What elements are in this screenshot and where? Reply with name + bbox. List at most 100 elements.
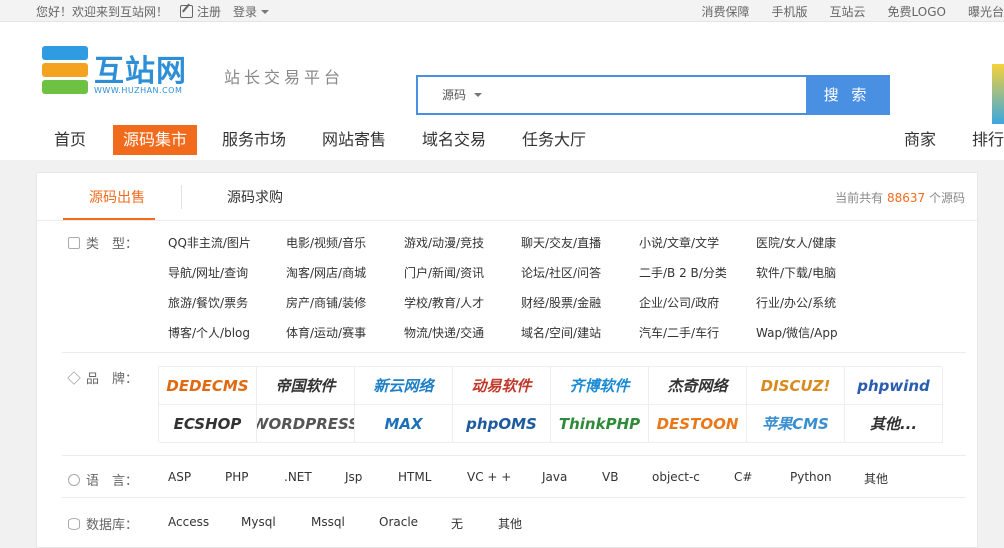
database-filter-item[interactable]: 无 — [451, 515, 463, 532]
nav-domain-trade[interactable]: 域名交易 — [422, 126, 486, 154]
language-filter-item[interactable]: VC + + — [467, 470, 511, 484]
type-filter-item[interactable]: 游戏/动漫/竞技 — [404, 234, 484, 251]
nav-service-market[interactable]: 服务市场 — [222, 126, 286, 154]
brand-filter-item[interactable]: phpwind — [845, 367, 943, 405]
language-filter-item[interactable]: 其他 — [864, 470, 888, 487]
type-filter-item[interactable]: 二手/B 2 B/分类 — [639, 264, 727, 281]
nav-task-hall[interactable]: 任务大厅 — [522, 126, 586, 154]
tab-source-sale[interactable]: 源码出售 — [89, 187, 145, 207]
filter-language: 语 言： ASP PHP .NET Jsp HTML VC + + Java VB object… — [62, 455, 966, 499]
type-filter-item[interactable]: 聊天/交友/直播 — [521, 234, 601, 251]
language-filter-item[interactable]: Java — [542, 470, 567, 484]
grid-icon — [68, 237, 80, 249]
type-filter-item[interactable]: 淘客/网店/商城 — [286, 264, 366, 281]
brand-grid: DEDECMS 帝国软件 新云网络 动易软件 齐博软件 杰奇网络 DISCUZ! phpwin… — [158, 366, 943, 443]
side-banner[interactable] — [992, 64, 1004, 124]
search-category-select[interactable]: 源码 — [418, 77, 488, 113]
type-filter-item[interactable]: 行业/办公/系统 — [756, 294, 836, 311]
filter-database: 数据库： Access Mysql Mssql Oracle 无 其他 — [62, 510, 966, 540]
diamond-icon — [67, 371, 81, 385]
search-box: 源码 搜 索 — [416, 75, 890, 115]
language-filter-item[interactable]: VB — [602, 470, 618, 484]
type-filter-item[interactable]: 门户/新闻/资讯 — [404, 264, 484, 281]
register-link[interactable]: 注册 — [180, 3, 221, 20]
brand-filter-item[interactable]: phpOMS — [453, 405, 551, 443]
brand-filter-item[interactable]: 帝国软件 — [257, 367, 355, 405]
type-filter-item[interactable]: 小说/文章/文学 — [639, 234, 719, 251]
nav-ranking[interactable]: 排行 — [972, 126, 1004, 154]
language-filter-item[interactable]: Python — [790, 470, 832, 484]
nav-home[interactable]: 首页 — [54, 126, 86, 154]
filter-language-label: 语 言： — [68, 470, 138, 489]
login-dropdown[interactable]: 登录 — [233, 3, 270, 20]
chevron-down-icon — [261, 10, 270, 14]
type-filter-item[interactable]: 软件/下载/电脑 — [756, 264, 836, 281]
type-filter-item[interactable]: 旅游/餐饮/票务 — [168, 294, 248, 311]
site-header: 互站网 WWW.HUZHAN.COM 站长交易平台 源码 搜 索 首页 源码集市… — [0, 22, 1004, 160]
type-filter-item[interactable]: 汽车/二手/车行 — [639, 324, 719, 341]
brand-filter-item[interactable]: ECSHOP — [159, 405, 257, 443]
database-filter-item[interactable]: 其他 — [498, 515, 522, 532]
brand-filter-item[interactable]: MAX — [355, 405, 453, 443]
pencil-icon — [180, 5, 194, 18]
database-icon — [68, 518, 80, 530]
language-filter-item[interactable]: C# — [734, 470, 752, 484]
database-filter-item[interactable]: Oracle — [379, 515, 418, 529]
type-filter-item[interactable]: Wap/微信/App — [756, 324, 838, 341]
language-filter-item[interactable]: ASP — [168, 470, 191, 484]
brand-filter-item[interactable]: 苹果CMS — [747, 405, 845, 443]
type-filter-item[interactable]: 论坛/社区/问答 — [521, 264, 601, 281]
type-filter-item[interactable]: QQ非主流/图片 — [168, 234, 251, 251]
topbar-link-free-logo[interactable]: 免费LOGO — [888, 3, 946, 20]
nav-site-consign[interactable]: 网站寄售 — [322, 126, 386, 154]
database-filter-item[interactable]: Mysql — [241, 515, 276, 529]
type-filter-item[interactable]: 物流/快递/交通 — [404, 324, 484, 341]
topbar-link-cloud[interactable]: 互站云 — [830, 3, 866, 20]
language-filter-item[interactable]: PHP — [225, 470, 249, 484]
brand-filter-item[interactable]: 动易软件 — [453, 367, 551, 405]
nav-source-market[interactable]: 源码集市 — [113, 125, 198, 155]
topbar-link-mobile[interactable]: 手机版 — [772, 3, 808, 20]
globe-icon — [68, 474, 80, 486]
language-filter-item[interactable]: HTML — [398, 470, 431, 484]
logo-mark-icon — [42, 46, 88, 94]
language-filter-item[interactable]: object-c — [652, 470, 700, 484]
language-filter-item[interactable]: Jsp — [345, 470, 362, 484]
logo-text: 互站网 — [94, 54, 187, 89]
type-filter-item[interactable]: 房产/商铺/装修 — [286, 294, 366, 311]
brand-filter-item[interactable]: DEDECMS — [159, 367, 257, 405]
type-filter-item[interactable]: 导航/网址/查询 — [168, 264, 248, 281]
type-filter-item[interactable]: 博客/个人/blog — [168, 324, 250, 341]
brand-filter-item[interactable]: ThinkPHP — [551, 405, 649, 443]
brand-filter-item[interactable]: WORDPRESS — [257, 405, 355, 443]
database-filter-item[interactable]: Access — [168, 515, 209, 529]
brand-filter-item[interactable]: 齐博软件 — [551, 367, 649, 405]
type-filter-item[interactable]: 企业/公司/政府 — [639, 294, 719, 311]
topbar-link-exposure[interactable]: 曝光台 — [968, 3, 1004, 20]
type-filter-item[interactable]: 医院/女人/健康 — [756, 234, 836, 251]
top-bar: 您好！欢迎来到互站网！ 注册 登录 消费保障 手机版 互站云 免费LOGO 曝光… — [0, 0, 1004, 22]
search-button[interactable]: 搜 索 — [806, 77, 888, 113]
tab-underline — [63, 218, 155, 220]
brand-filter-item[interactable]: 其他... — [845, 405, 943, 443]
brand-filter-item[interactable]: 新云网络 — [355, 367, 453, 405]
brand-filter-item[interactable]: DISCUZ! — [747, 367, 845, 405]
filter-brand-label: 品 牌： — [67, 368, 138, 387]
filter-type: 类 型： QQ非主流/图片 电影/视频/音乐 游戏/动漫/竞技 聊天/交友/直播 小说/… — [62, 232, 966, 353]
type-filter-item[interactable]: 域名/空间/建站 — [521, 324, 601, 341]
brand-filter-item[interactable]: DESTOON — [649, 405, 747, 443]
type-filter-item[interactable]: 财经/股票/金融 — [521, 294, 601, 311]
chevron-down-icon — [474, 93, 483, 97]
database-filter-item[interactable]: Mssql — [311, 515, 345, 529]
type-filter-item[interactable]: 体育/运动/赛事 — [286, 324, 366, 341]
language-filter-item[interactable]: .NET — [284, 470, 312, 484]
search-input[interactable] — [488, 77, 806, 113]
site-logo[interactable]: 互站网 WWW.HUZHAN.COM — [42, 40, 188, 116]
type-filter-item[interactable]: 学校/教育/人才 — [404, 294, 484, 311]
slogan: 站长交易平台 — [224, 68, 345, 87]
type-filter-item[interactable]: 电影/视频/音乐 — [286, 234, 366, 251]
tab-source-wanted[interactable]: 源码求购 — [227, 187, 283, 207]
nav-merchants[interactable]: 商家 — [904, 126, 936, 154]
topbar-link-guarantee[interactable]: 消费保障 — [701, 3, 749, 20]
brand-filter-item[interactable]: 杰奇网络 — [649, 367, 747, 405]
